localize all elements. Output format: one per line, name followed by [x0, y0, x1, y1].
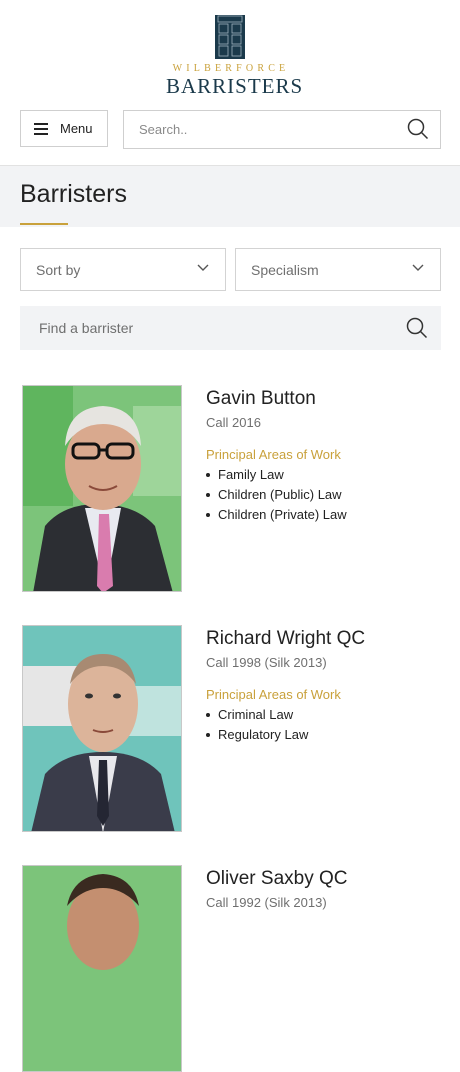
- barrister-call: Call 1998 (Silk 2013): [206, 655, 327, 670]
- barrister-call: Call 2016: [206, 415, 261, 430]
- barrister-name[interactable]: Oliver Saxby QC: [206, 868, 347, 890]
- site-search: [123, 110, 441, 149]
- search-input[interactable]: [137, 121, 391, 138]
- find-barrister-field: [20, 306, 441, 350]
- find-barrister-input[interactable]: [37, 319, 381, 337]
- site-header: WILBERFORCE BARRISTERS Menu: [0, 0, 460, 165]
- area-item: Family Law: [206, 465, 347, 485]
- areas-heading: Principal Areas of Work: [206, 447, 341, 462]
- barrister-photo[interactable]: [22, 865, 182, 1072]
- barrister-call: Call 1992 (Silk 2013): [206, 895, 327, 910]
- menu-label: Menu: [60, 121, 93, 136]
- sort-by-label: Sort by: [36, 262, 81, 278]
- hamburger-icon: [34, 122, 48, 135]
- chevron-down-icon: [412, 264, 424, 271]
- areas-heading: Principal Areas of Work: [206, 687, 341, 702]
- chevron-down-icon: [197, 264, 209, 271]
- area-item: Criminal Law: [205, 705, 308, 725]
- search-icon[interactable]: [407, 118, 429, 140]
- page-title-band: Barristers: [0, 165, 460, 227]
- area-item: Children (Public) Law: [206, 485, 347, 505]
- site-logo[interactable]: WILBERFORCE BARRISTERS: [166, 14, 302, 98]
- sort-by-dropdown[interactable]: Sort by: [20, 248, 226, 291]
- barrister-photo[interactable]: [22, 385, 182, 592]
- barrister-name[interactable]: Richard Wright QC: [206, 628, 365, 650]
- specialism-dropdown[interactable]: Specialism: [235, 248, 441, 291]
- area-item: Children (Private) Law: [206, 505, 347, 525]
- door-logo-icon: [215, 15, 245, 59]
- areas-list: Criminal Law Regulatory Law: [205, 705, 308, 745]
- menu-button[interactable]: Menu: [20, 110, 108, 147]
- barrister-name[interactable]: Gavin Button: [206, 388, 316, 410]
- page-title: Barristers: [20, 180, 127, 208]
- area-item: Regulatory Law: [205, 725, 308, 745]
- logo-subtitle: WILBERFORCE: [172, 63, 290, 74]
- title-underline: [20, 223, 68, 225]
- specialism-label: Specialism: [251, 262, 319, 278]
- logo-title: BARRISTERS: [166, 74, 304, 98]
- search-icon[interactable]: [406, 317, 428, 339]
- barrister-photo[interactable]: [22, 625, 182, 832]
- areas-list: Family Law Children (Public) Law Childre…: [206, 465, 347, 525]
